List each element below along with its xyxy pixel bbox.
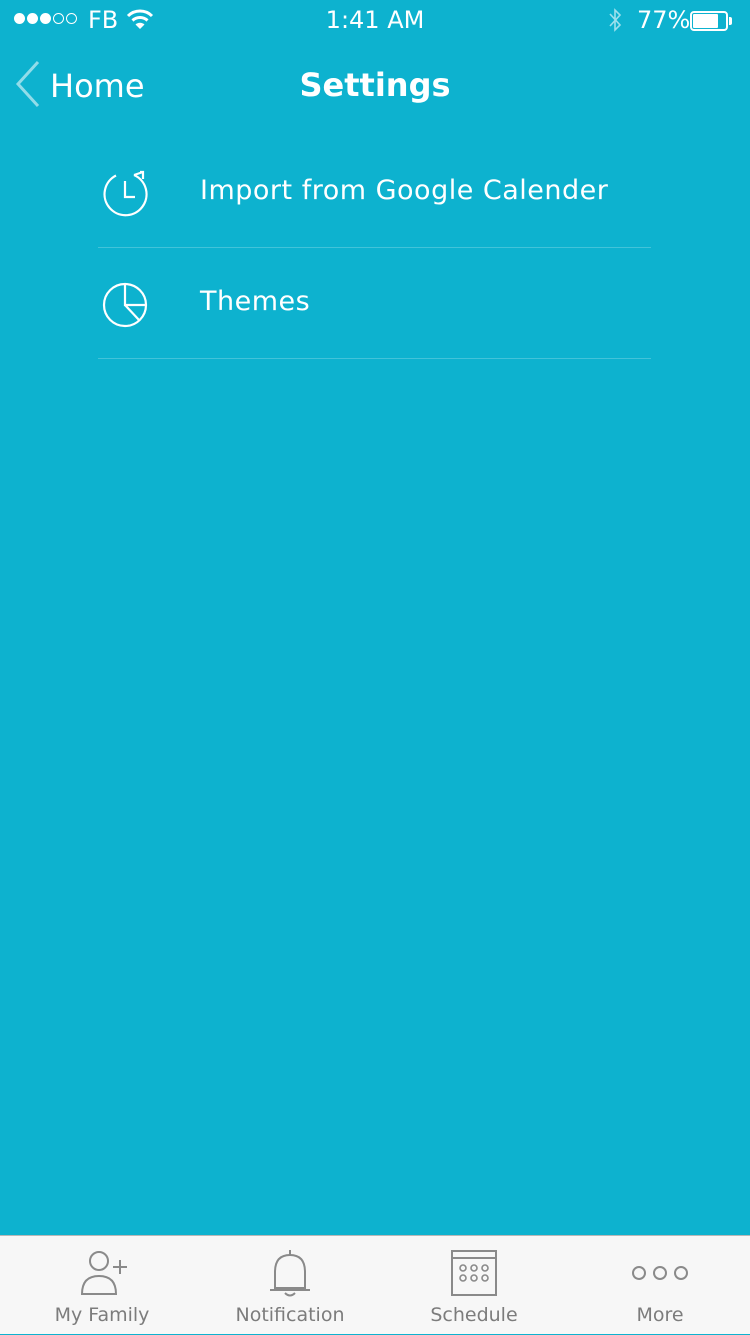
tab-bar: My Family Notification Schedule More — [0, 1235, 750, 1334]
tab-notification[interactable]: Notification — [186, 1236, 394, 1335]
bell-icon — [186, 1248, 394, 1300]
battery-icon — [690, 11, 732, 31]
settings-item-label: Themes — [200, 286, 311, 317]
tab-more[interactable]: More — [570, 1236, 750, 1335]
calendar-import-icon — [100, 169, 150, 219]
status-bar: FB 1:41 AM 77% — [0, 0, 750, 40]
settings-item-import-google-calendar[interactable]: Import from Google Calender — [98, 137, 651, 248]
battery-percent: 77% — [637, 6, 691, 34]
tab-label: My Family — [54, 1304, 150, 1326]
tab-label: Schedule — [430, 1304, 518, 1326]
tab-schedule[interactable]: Schedule — [372, 1236, 576, 1335]
tab-label: Notification — [235, 1304, 345, 1326]
settings-list: Import from Google Calender Themes — [98, 137, 651, 359]
tab-label: More — [636, 1304, 684, 1326]
page-title: Settings — [299, 66, 451, 104]
pie-chart-icon — [100, 280, 150, 330]
navigation-bar: Home Settings — [0, 40, 750, 128]
add-person-icon — [0, 1248, 204, 1298]
more-dots-icon — [570, 1248, 750, 1298]
tab-my-family[interactable]: My Family — [0, 1236, 204, 1335]
settings-item-themes[interactable]: Themes — [98, 248, 651, 359]
calendar-grid-icon — [372, 1248, 576, 1298]
settings-item-label: Import from Google Calender — [200, 175, 609, 206]
bluetooth-icon — [606, 7, 624, 37]
